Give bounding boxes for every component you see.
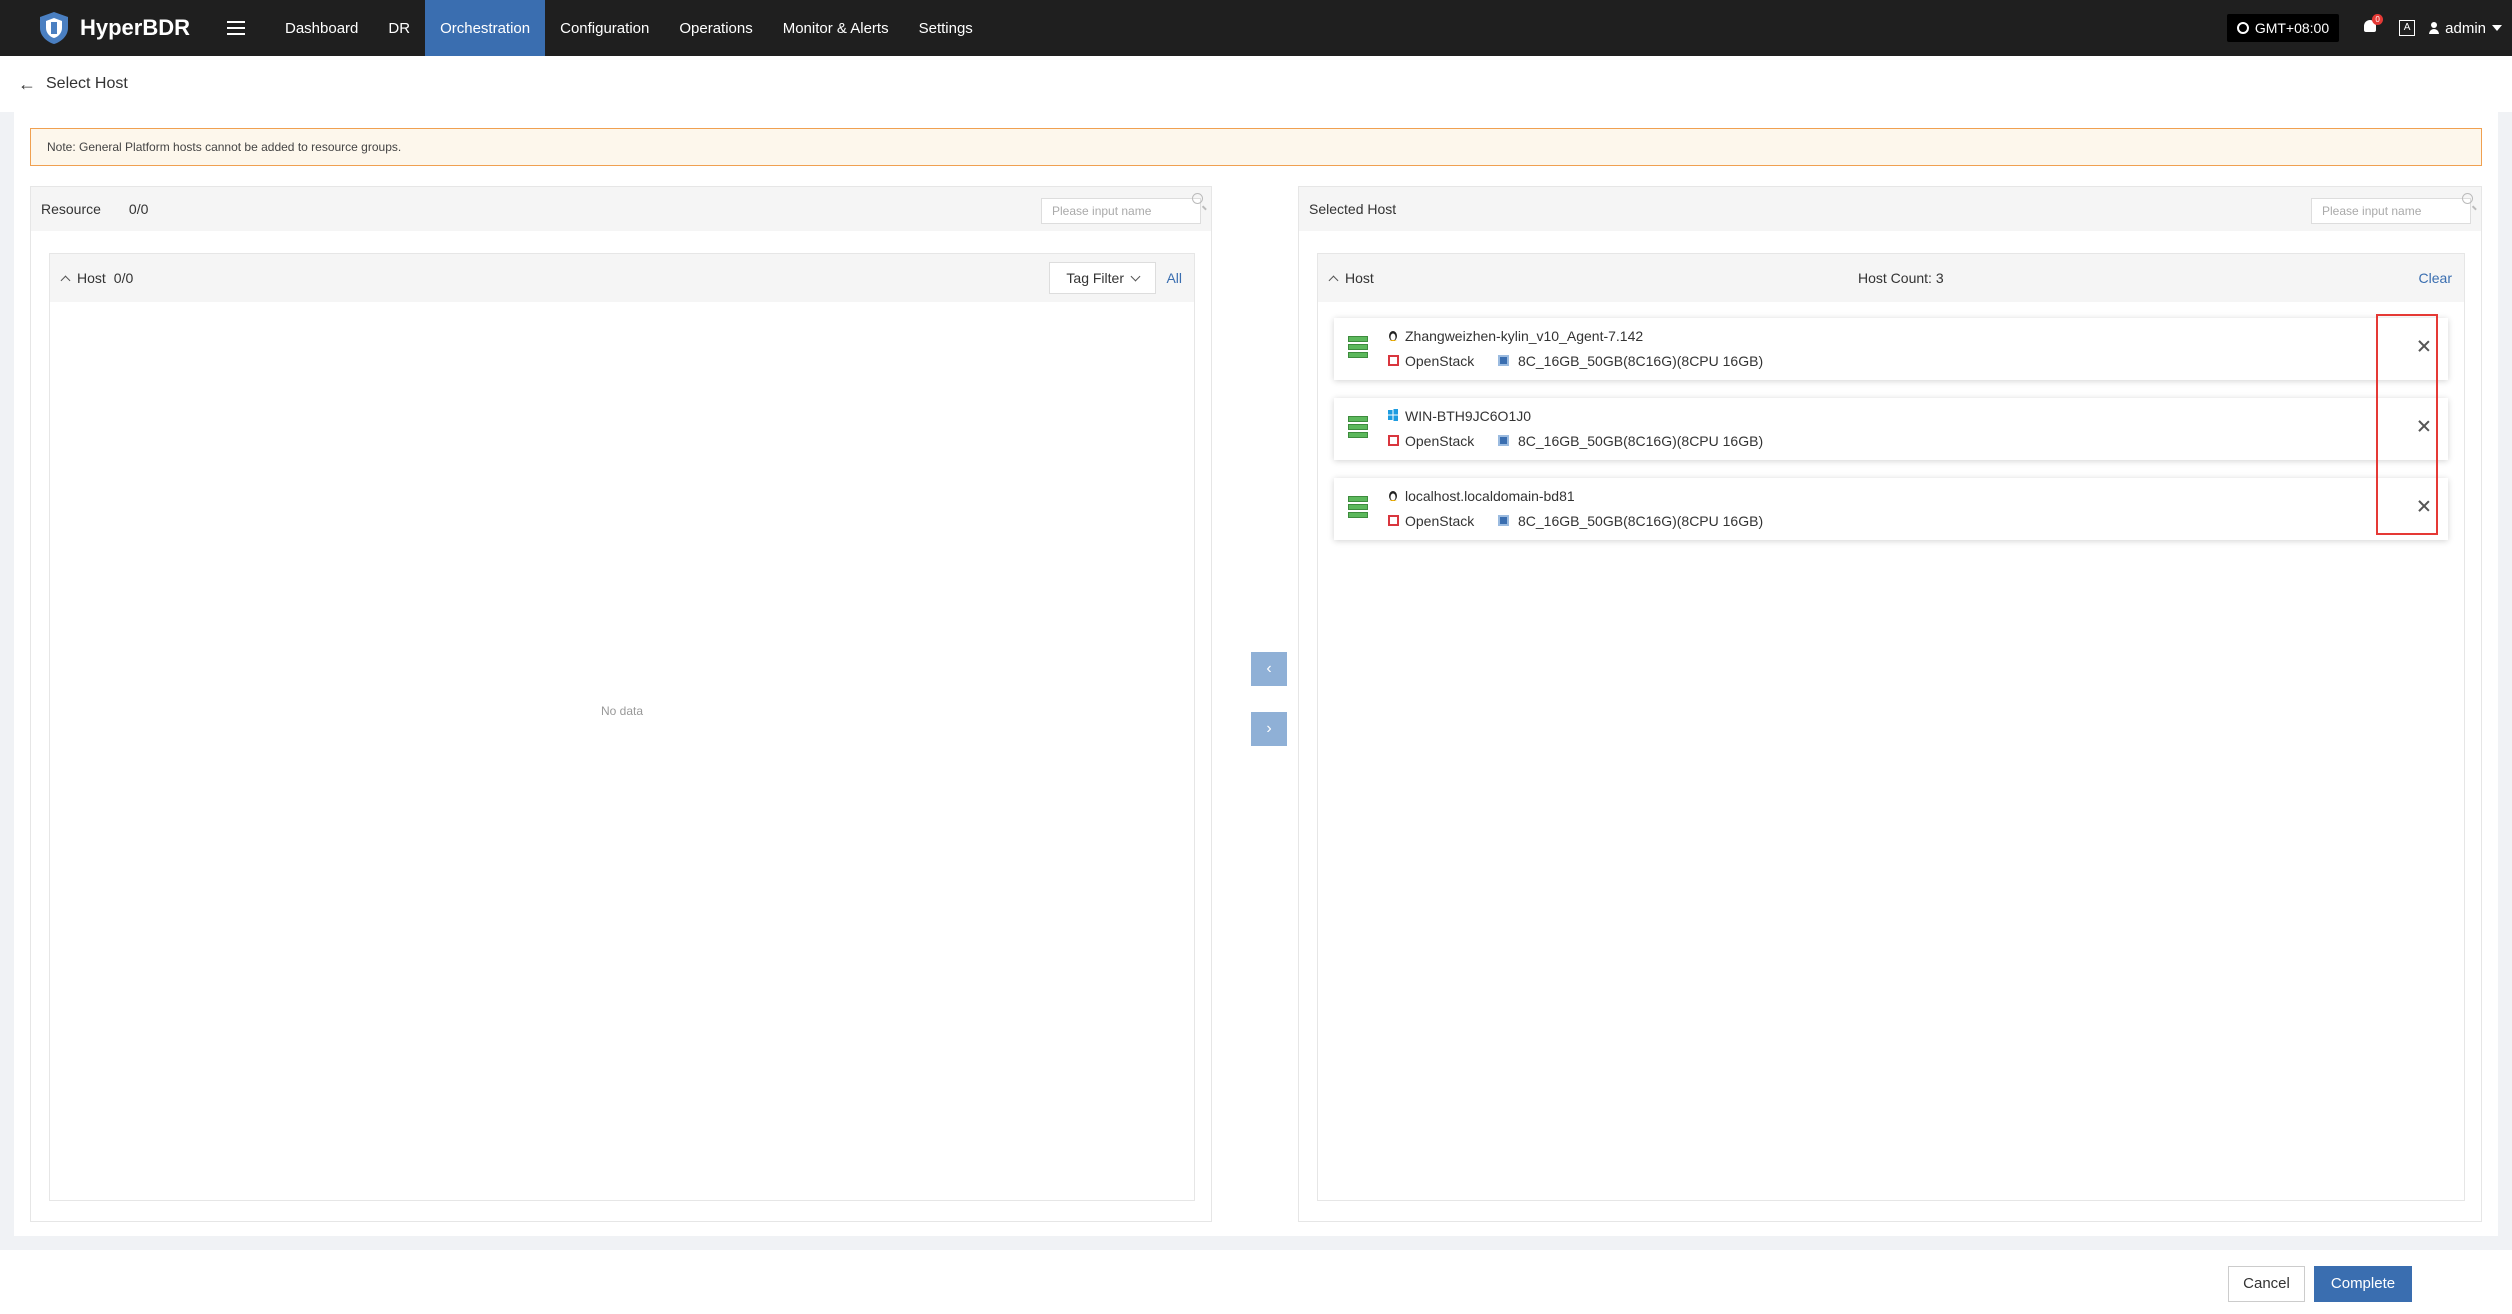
clock-icon — [2236, 22, 2249, 34]
selected-search-input[interactable]: Please input name — [2311, 198, 2471, 224]
openstack-icon — [1388, 435, 1399, 446]
nav-operations[interactable]: Operations — [664, 0, 767, 56]
linux-icon — [1389, 331, 1397, 341]
resource-panel-header: Resource 0/0 Please input name — [31, 187, 1211, 231]
user-name: admin — [2445, 19, 2486, 37]
search-icon[interactable] — [1192, 193, 1203, 204]
host-name: Zhangweizhen-kylin_v10_Agent-7.142 — [1405, 328, 1644, 344]
cpu-icon — [1498, 435, 1509, 446]
tag-filter-label: Tag Filter — [1066, 270, 1124, 286]
linux-icon — [1389, 491, 1397, 501]
page-header: ← Select Host — [0, 56, 2512, 112]
resource-search-input[interactable]: Please input name — [1041, 198, 1201, 224]
host-group-header[interactable]: Host 0/0 Tag Filter All — [50, 254, 1194, 302]
move-left-button[interactable]: ‹ — [1251, 652, 1287, 686]
host-name: WIN-BTH9JC6O1J0 — [1405, 408, 1532, 424]
chevron-down-icon — [1130, 271, 1141, 281]
host-group-label: Host — [77, 270, 106, 286]
server-icon — [1348, 496, 1368, 520]
host-card: Zhangweizhen-kylin_v10_Agent-7.142 OpenS… — [1334, 318, 2448, 380]
selected-host-panel: Selected Host Please input name Host Hos… — [1298, 186, 2482, 1222]
nav-orchestration[interactable]: Orchestration — [425, 0, 546, 56]
resource-count: 0/0 — [128, 201, 149, 217]
cpu-icon — [1498, 515, 1509, 526]
user-menu[interactable]: admin — [2429, 20, 2502, 37]
notification-badge: 0 — [2372, 14, 2384, 25]
host-card: localhost.localdomain-bd81 OpenStack 8C_… — [1334, 478, 2448, 540]
host-platform: OpenStack — [1405, 433, 1475, 449]
app-name: HyperBDR — [80, 15, 191, 40]
host-platform: OpenStack — [1405, 353, 1475, 369]
host-group-count: 0/0 — [113, 270, 134, 286]
main-nav: Dashboard DR Orchestration Configuration… — [270, 0, 988, 56]
caret-down-icon — [2492, 25, 2502, 31]
clear-link[interactable]: Clear — [2419, 270, 2452, 286]
main-card: Note: General Platform hosts cannot be a… — [14, 112, 2498, 1236]
warning-note: Note: General Platform hosts cannot be a… — [30, 128, 2482, 166]
windows-icon — [1388, 409, 1398, 421]
topbar-right: GMT+08:00 0 A admin — [2226, 0, 2502, 56]
empty-state: No data — [600, 704, 644, 718]
resource-panel: Resource 0/0 Please input name Host 0/0 … — [30, 186, 1212, 1222]
selected-host-group-label: Host — [1345, 270, 1374, 286]
openstack-icon — [1388, 355, 1399, 366]
nav-configuration[interactable]: Configuration — [545, 0, 664, 56]
nav-dashboard[interactable]: Dashboard — [270, 0, 373, 56]
nav-dr[interactable]: DR — [373, 0, 425, 56]
search-icon[interactable] — [2462, 193, 2473, 204]
notification-bell-icon[interactable]: 0 — [2361, 14, 2384, 38]
selected-host-group-box: Host Host Count: 3 Clear Zhangweizhen-ky… — [1317, 253, 2465, 1201]
chevron-up-icon[interactable] — [1328, 275, 1339, 285]
timezone-label: GMT+08:00 — [2254, 20, 2330, 36]
complete-button[interactable]: Complete — [2314, 1266, 2412, 1302]
server-icon — [1348, 336, 1368, 360]
openstack-icon — [1388, 515, 1399, 526]
selected-host-group-header[interactable]: Host Host Count: 3 Clear — [1318, 254, 2464, 302]
host-spec: 8C_16GB_50GB(8C16G)(8CPU 16GB) — [1518, 513, 1764, 529]
host-spec: 8C_16GB_50GB(8C16G)(8CPU 16GB) — [1518, 433, 1764, 449]
language-icon[interactable]: A — [2399, 20, 2416, 36]
footer-bar: Cancel Complete — [0, 1250, 2512, 1314]
host-group-box: Host 0/0 Tag Filter All No data — [49, 253, 1195, 1201]
host-name: localhost.localdomain-bd81 — [1405, 488, 1575, 504]
shield-logo-icon — [40, 12, 68, 44]
app-logo[interactable]: HyperBDR — [36, 10, 216, 46]
host-count: Host Count: 3 — [1858, 270, 1944, 286]
host-platform: OpenStack — [1405, 513, 1475, 529]
host-card: WIN-BTH9JC6O1J0 OpenStack 8C_16GB_50GB(8… — [1334, 398, 2448, 460]
selected-panel-header: Selected Host Please input name — [1299, 187, 2481, 231]
resource-title: Resource — [41, 201, 101, 217]
back-arrow-icon[interactable]: ← — [18, 74, 36, 95]
select-all-link[interactable]: All — [1166, 270, 1182, 286]
host-spec: 8C_16GB_50GB(8C16G)(8CPU 16GB) — [1518, 353, 1764, 369]
timezone-button[interactable]: GMT+08:00 — [2226, 14, 2340, 42]
page-title: Select Host — [46, 75, 128, 92]
tag-filter-dropdown[interactable]: Tag Filter — [1049, 262, 1156, 294]
user-icon — [2429, 22, 2440, 34]
nav-monitor-alerts[interactable]: Monitor & Alerts — [768, 0, 904, 56]
selected-title: Selected Host — [1309, 201, 1397, 217]
cancel-button[interactable]: Cancel — [2228, 1266, 2305, 1302]
chevron-up-icon[interactable] — [60, 275, 71, 285]
top-navigation-bar: HyperBDR Dashboard DR Orchestration Conf… — [0, 0, 2512, 56]
remove-buttons-highlight — [2376, 314, 2438, 535]
server-icon — [1348, 416, 1368, 440]
move-right-button[interactable]: › — [1251, 712, 1287, 746]
nav-settings[interactable]: Settings — [904, 0, 988, 56]
menu-toggle-icon[interactable] — [216, 0, 256, 56]
cpu-icon — [1498, 355, 1509, 366]
